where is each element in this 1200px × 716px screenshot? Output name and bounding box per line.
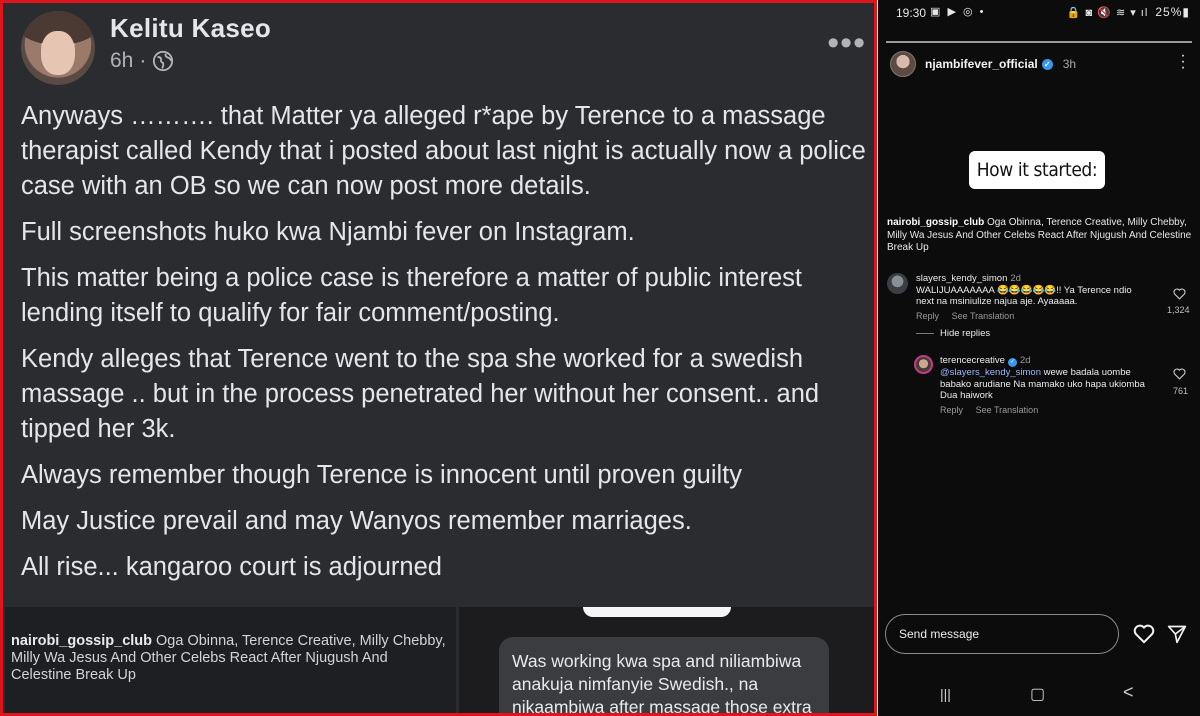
comment: slayers_kendy_simon 2d WALIJUAAAAAAA 😂😂😂😂…: [916, 273, 1152, 322]
status-bar: 19:30 ▣ ▶ ◎ • 🔒 ◙ 🔇 ≋ ▾ ıl 25%▮: [878, 0, 1200, 26]
verified-badge-icon: ✓: [1007, 358, 1017, 367]
reply-button[interactable]: Reply: [916, 311, 939, 321]
chat-bubble-top: [583, 607, 731, 617]
globe-icon: [153, 50, 174, 72]
hide-replies-button[interactable]: Hide replies: [940, 328, 990, 340]
see-translation-button[interactable]: See Translation: [952, 311, 1015, 321]
reply-age: 2d: [1019, 355, 1031, 366]
like-count: 1,324: [1167, 305, 1190, 315]
heart-icon[interactable]: [1133, 624, 1155, 644]
post-paragraph: This matter being a police case is there…: [21, 264, 802, 327]
post-time[interactable]: 6h: [110, 49, 133, 73]
verified-badge-icon: ✓: [1041, 58, 1053, 70]
system-icons: 🔒 ◙ 🔇 ≋ ▾ ıl 25%▮: [1067, 5, 1190, 19]
reply-avatar[interactable]: [914, 355, 933, 374]
post-paragraph: May Justice prevail and may Wanyos remem…: [21, 507, 692, 535]
post-caption: nairobi_gossip_club Oga Obinna, Terence …: [887, 217, 1195, 255]
post-paragraph: Full screenshots huko kwa Njambi fever o…: [21, 218, 635, 246]
story-header: njambifever_official ✓ 3h: [925, 57, 1076, 71]
more-options-icon[interactable]: · · ·: [1180, 48, 1186, 76]
replies-divider: [916, 333, 934, 334]
commenter-avatar[interactable]: [887, 273, 908, 294]
like-heart-icon[interactable]: [1173, 368, 1186, 380]
profile-avatar[interactable]: [890, 51, 916, 77]
nav-back-button[interactable]: <: [1123, 682, 1134, 702]
story-text-sticker: How it started:: [969, 151, 1105, 189]
nav-home-button[interactable]: ▢: [1030, 684, 1045, 703]
comment-handle[interactable]: slayers_kendy_simon: [916, 273, 1007, 284]
post-meta: 6h ·: [110, 49, 174, 73]
nav-recent-apps-button[interactable]: |||: [940, 686, 951, 704]
send-icon[interactable]: [1167, 624, 1187, 644]
like-heart-icon[interactable]: [1173, 288, 1186, 300]
more-options-button[interactable]: •••: [827, 26, 866, 60]
caption-account[interactable]: nairobi_gossip_club: [887, 217, 984, 228]
embedded-screenshot-chat[interactable]: Was working kwa spa and niliambiwa anaku…: [459, 607, 874, 713]
comment-age: 2d: [1010, 273, 1021, 284]
author-avatar[interactable]: [21, 11, 95, 85]
author-name[interactable]: Kelitu Kaseo: [110, 13, 271, 44]
chat-message: Was working kwa spa and niliambiwa anaku…: [499, 637, 829, 713]
embed-account: nairobi_gossip_club: [11, 633, 152, 649]
reply-comment: terencecreative ✓ 2d @slayers_kendy_simon …: [940, 355, 1152, 416]
username[interactable]: njambifever_official: [925, 57, 1038, 71]
post-paragraph: Always remember though Terence is innoce…: [21, 461, 742, 489]
status-icons: 🔒 ◙ 🔇 ≋ ▾ ıl: [1066, 7, 1149, 19]
reply-handle[interactable]: terencecreative: [940, 355, 1005, 366]
send-message-input[interactable]: Send message: [885, 614, 1119, 654]
embedded-screenshot-caption[interactable]: nairobi_gossip_club Oga Obinna, Terence …: [5, 607, 456, 713]
post-paragraph: Kendy alleges that Terence went to the s…: [21, 345, 820, 443]
notification-icons: ▣ ▶ ◎ •: [930, 6, 986, 18]
post-paragraph: All rise... kangaroo court is adjourned: [21, 553, 442, 581]
battery-level: 25%▮: [1155, 5, 1190, 19]
post-body: Anyways ………. that Matter ya alleged r*ap…: [21, 99, 874, 596]
facebook-post: Kelitu Kaseo 6h · ••• Anyways ………. that …: [0, 0, 877, 716]
comment-text: WALIJUAAAAAAA 😂😂😂😂😂!! Ya Terence ndio ne…: [916, 284, 1132, 308]
meta-separator: ·: [139, 49, 147, 72]
reply-mention[interactable]: @slayers_kendy_simon: [940, 367, 1041, 378]
instagram-screen: 19:30 ▣ ▶ ◎ • 🔒 ◙ 🔇 ≋ ▾ ıl 25%▮ njambife…: [878, 0, 1200, 716]
like-count: 761: [1173, 386, 1189, 396]
reply-button[interactable]: Reply: [940, 405, 963, 415]
story-time: 3h: [1062, 57, 1077, 71]
see-translation-button[interactable]: See Translation: [976, 405, 1039, 415]
status-time: 19:30: [896, 6, 927, 20]
story-progress-bar: [886, 41, 1192, 43]
post-paragraph: Anyways ………. that Matter ya alleged r*ap…: [21, 102, 866, 200]
